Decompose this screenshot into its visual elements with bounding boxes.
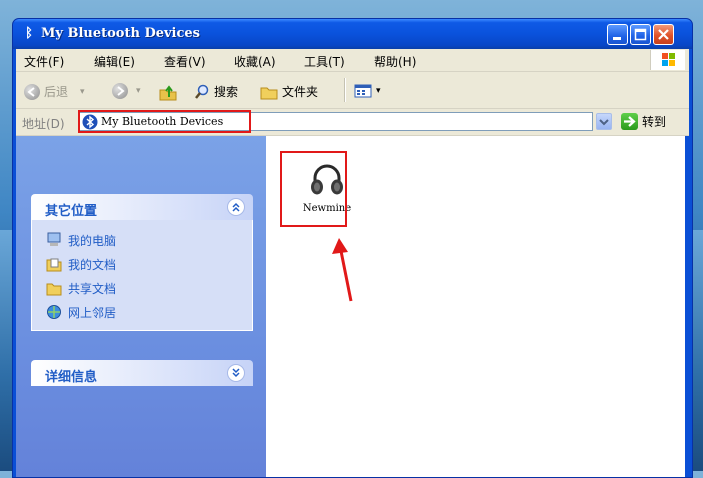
other-places-title: 其它位置 (45, 204, 98, 219)
search-button[interactable]: 搜索 (194, 83, 238, 100)
menu-help[interactable]: 帮助(H) (374, 53, 416, 70)
bluetooth-icon: ᛒ (25, 26, 33, 41)
views-button[interactable]: ▾ (354, 83, 381, 99)
annotation-box-device (280, 151, 347, 227)
menu-tools[interactable]: 工具(T) (304, 53, 345, 70)
forward-dropdown-icon[interactable]: ▾ (136, 86, 141, 96)
documents-folder-icon (46, 256, 62, 272)
other-places-body: 我的电脑 我的文档 共享文档 网上邻居 (31, 220, 253, 331)
other-places-panel: 其它位置 我的电脑 我的文档 共享文档 网上邻居 (31, 194, 253, 331)
folders-label: 文件夹 (282, 85, 319, 99)
task-pane: 其它位置 我的电脑 我的文档 共享文档 网上邻居 详细信息 (16, 136, 266, 477)
link-shared-documents[interactable]: 共享文档 (46, 276, 252, 300)
menu-view[interactable]: 查看(V) (164, 53, 206, 70)
chevron-down-icon[interactable] (227, 364, 245, 382)
go-label: 转到 (642, 115, 667, 129)
annotation-box-address (78, 110, 251, 133)
menu-bar: 文件(F) 编辑(E) 查看(V) 收藏(A) 工具(T) 帮助(H) (16, 49, 689, 72)
link-label: 我的文档 (68, 257, 117, 272)
menu-edit[interactable]: 编辑(E) (94, 53, 135, 70)
link-label: 我的电脑 (68, 233, 117, 248)
back-arrow-icon (24, 83, 40, 100)
views-icon (354, 84, 372, 98)
forward-button[interactable]: ▾ (112, 83, 141, 99)
title-bar[interactable]: ᛒ My Bluetooth Devices (13, 19, 692, 49)
annotation-arrow (332, 238, 353, 302)
link-label: 共享文档 (68, 281, 117, 296)
views-dropdown-icon[interactable]: ▾ (376, 86, 381, 96)
window-right-border (685, 136, 689, 477)
content-area: 其它位置 我的电脑 我的文档 共享文档 网上邻居 详细信息 Newmine (16, 136, 689, 477)
back-button[interactable]: 后退 ▾ (24, 83, 85, 100)
computer-icon (46, 232, 62, 248)
toolbar-separator (344, 78, 346, 102)
windows-logo-icon (650, 50, 685, 70)
desktop-background-left (0, 230, 12, 471)
link-label: 网上邻居 (68, 305, 117, 320)
shared-folder-icon (46, 280, 62, 296)
address-dropdown-button[interactable] (596, 113, 612, 130)
forward-arrow-icon (112, 83, 128, 99)
file-view: Newmine (266, 136, 689, 477)
network-icon (46, 304, 62, 320)
back-label: 后退 (44, 85, 69, 99)
details-panel: 详细信息 (31, 360, 253, 386)
chevron-down-icon (599, 119, 609, 126)
link-network-places[interactable]: 网上邻居 (46, 300, 252, 324)
back-dropdown-icon[interactable]: ▾ (80, 87, 85, 97)
address-bar: 地址(D) My Bluetooth Devices 转到 (16, 109, 689, 136)
link-my-computer[interactable]: 我的电脑 (46, 228, 252, 252)
address-label: 地址(D) (22, 117, 65, 131)
folder-icon (260, 87, 278, 99)
up-folder-icon (159, 85, 177, 101)
other-places-header[interactable]: 其它位置 (31, 194, 253, 220)
link-my-documents[interactable]: 我的文档 (46, 252, 252, 276)
window-title: My Bluetooth Devices (41, 26, 200, 41)
maximize-button[interactable] (630, 24, 651, 45)
folders-button[interactable]: 文件夹 (260, 83, 318, 100)
minimize-button[interactable] (607, 24, 628, 45)
details-header[interactable]: 详细信息 (31, 360, 253, 386)
toolbar: 后退 ▾ ▾ 搜索 文件夹 ▾ (16, 72, 689, 109)
search-label: 搜索 (214, 85, 239, 99)
search-icon (195, 84, 209, 99)
desktop-background-right (692, 230, 703, 471)
up-folder-button[interactable] (158, 83, 178, 101)
close-button[interactable] (653, 24, 674, 45)
menu-file[interactable]: 文件(F) (24, 53, 64, 70)
explorer-window: ᛒ My Bluetooth Devices 文件(F) 编辑(E) 查看(V)… (12, 18, 693, 478)
go-arrow-icon (621, 113, 638, 130)
go-button[interactable]: 转到 (621, 113, 666, 130)
chevron-up-icon[interactable] (227, 198, 245, 216)
details-title: 详细信息 (45, 370, 98, 385)
menu-favorites[interactable]: 收藏(A) (234, 53, 276, 70)
